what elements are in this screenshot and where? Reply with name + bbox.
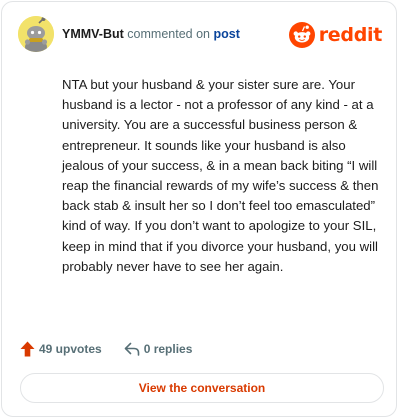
upvote-button[interactable]: 49 upvotes — [20, 341, 102, 357]
commented-on-label: commented on — [127, 27, 210, 41]
comment-stats: 49 upvotes 0 replies — [20, 338, 192, 360]
post-link[interactable]: post — [213, 27, 239, 41]
comment-byline: YMMV-But commented on post — [62, 27, 240, 41]
reply-count: 0 replies — [143, 342, 193, 356]
view-conversation-button[interactable]: View the conversation — [20, 373, 384, 403]
upvote-count: 49 upvotes — [39, 342, 102, 356]
username[interactable]: YMMV-But — [62, 27, 124, 41]
upvote-arrow-icon — [20, 341, 35, 357]
comment-header: YMMV-But commented on post reddit — [18, 16, 382, 56]
reddit-logo-icon — [288, 22, 315, 48]
comment-card: YMMV-But commented on post reddit NTA bu… — [1, 1, 397, 417]
comment-body: NTA but your husband & your sister sure … — [62, 77, 379, 274]
reply-arrow-icon — [124, 342, 140, 356]
reddit-logo[interactable]: reddit — [288, 22, 383, 48]
snoo-avatar-icon[interactable] — [18, 16, 54, 52]
reply-button[interactable]: 0 replies — [124, 342, 193, 356]
reddit-wordmark: reddit — [318, 24, 383, 46]
